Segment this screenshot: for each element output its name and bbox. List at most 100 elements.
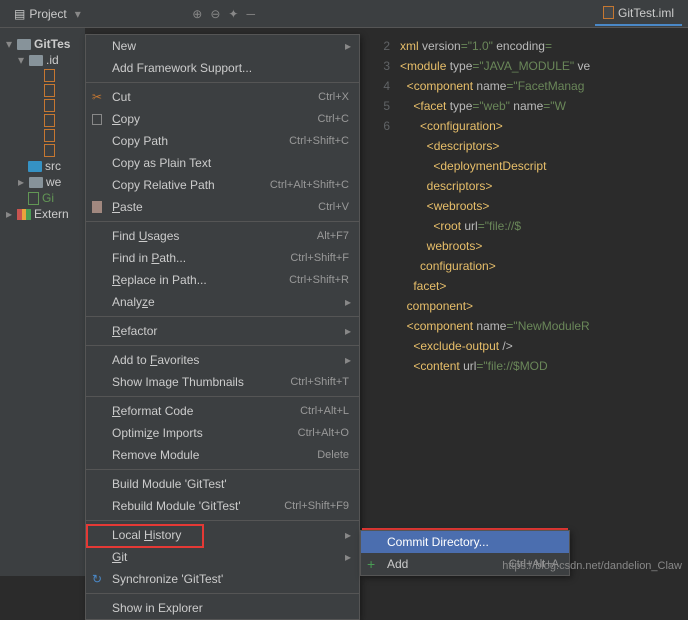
menu-item-optimize-imports[interactable]: Optimize ImportsCtrl+Alt+O (86, 422, 359, 444)
submenu-arrow-icon: ▸ (345, 324, 351, 338)
module-icon (17, 39, 31, 50)
menu-item-reformat-code[interactable]: Reformat Code Ctrl+Alt+L (86, 400, 359, 422)
watermark: https://blog.csdn.net/dandelion_Claw (502, 560, 682, 572)
file-icon (44, 84, 55, 97)
menu-item-show-in-explorer[interactable]: Show in Explorer (86, 597, 359, 619)
file-icon (603, 6, 614, 19)
menu-item-refactor[interactable]: Refactor ▸ (86, 320, 359, 342)
gear-icon[interactable]: ✦ (228, 7, 238, 21)
tree-item[interactable]: .id (46, 53, 59, 67)
shortcut: Ctrl+V (318, 201, 349, 213)
tree-item[interactable]: we (46, 175, 61, 189)
shortcut: Ctrl+Shift+F9 (284, 500, 349, 512)
tree-root[interactable]: GitTes (34, 37, 70, 51)
menu-item-add-framework-support-[interactable]: Add Framework Support... (86, 57, 359, 79)
chevron-down-icon[interactable]: ▾ (75, 7, 81, 21)
menu-item-copy[interactable]: Copy Ctrl+C (86, 108, 359, 130)
menu-item-copy-path[interactable]: Copy Path Ctrl+Shift+C (86, 130, 359, 152)
target-icon[interactable]: ⊖ (210, 7, 220, 21)
menu-item-synchronize-gittest-[interactable]: ↻Synchronize 'GitTest' (86, 568, 359, 590)
shortcut: Ctrl+Shift+C (289, 135, 349, 147)
menu-label: Copy Relative Path (112, 178, 215, 192)
menu-label: Find in Path... (112, 251, 186, 265)
menu-label: Git (112, 550, 127, 564)
menu-item-add-to-favorites[interactable]: Add to Favorites ▸ (86, 349, 359, 371)
context-menu: New▸Add Framework Support...✂CutCtrl+XCo… (85, 34, 360, 620)
menu-item-find-usages[interactable]: Find Usages Alt+F7 (86, 225, 359, 247)
menu-item-new[interactable]: New▸ (86, 35, 359, 57)
menu-label: Show Image Thumbnails (112, 375, 244, 389)
menu-label: Copy Path (112, 134, 168, 148)
menu-label: Commit Directory... (387, 535, 489, 549)
menu-item-build-module-gittest-[interactable]: Build Module 'GitTest' (86, 473, 359, 495)
menu-item-analyze[interactable]: Analyze▸ (86, 291, 359, 313)
menu-label: Reformat Code (112, 404, 193, 418)
shortcut: Ctrl+Alt+L (300, 405, 349, 417)
menu-item-git[interactable]: Git ▸ (86, 546, 359, 568)
shortcut: Ctrl+Alt+O (298, 427, 349, 439)
menu-label: Copy as Plain Text (112, 156, 211, 170)
menu-item-cut[interactable]: ✂ Cut Ctrl+X (86, 86, 359, 108)
menu-item-copy-as-plain-text[interactable]: Copy as Plain Text (86, 152, 359, 174)
submenu-arrow-icon: ▸ (345, 295, 351, 309)
sync-icon: ↻ (92, 572, 106, 586)
menu-label: Local History (112, 528, 181, 542)
file-icon (44, 129, 55, 142)
project-tree[interactable]: ▾ GitTes ▾ .id src ▸ we Gi ▸ Extern (0, 28, 85, 576)
file-icon (44, 69, 55, 82)
plus-icon: + (367, 557, 381, 571)
shortcut: Ctrl+C (318, 113, 349, 125)
collapse-icon[interactable]: ⊕ (192, 7, 202, 21)
tree-item[interactable]: Gi (42, 191, 54, 205)
menu-label: Add to Favorites (112, 353, 199, 367)
menu-item-rebuild-module-gittest-[interactable]: Rebuild Module 'GitTest' Ctrl+Shift+F9 (86, 495, 359, 517)
file-icon (44, 99, 55, 112)
menu-label: Build Module 'GitTest' (112, 477, 227, 491)
menu-item-find-in-path-[interactable]: Find in Path...Ctrl+Shift+F (86, 247, 359, 269)
hide-icon[interactable]: ─ (246, 7, 255, 21)
menu-label: Cut (112, 90, 131, 104)
menu-label: Remove Module (112, 448, 199, 462)
cut-icon: ✂ (92, 90, 106, 104)
menu-label: Add Framework Support... (112, 61, 252, 75)
shortcut: Ctrl+X (318, 91, 349, 103)
file-icon (28, 192, 39, 205)
menu-label: Copy (112, 112, 140, 126)
submenu-arrow-icon: ▸ (345, 528, 351, 542)
menu-label: Find Usages (112, 229, 179, 243)
folder-icon (29, 55, 43, 66)
tree-item[interactable]: src (45, 159, 61, 173)
editor-tab-label: GitTest.iml (618, 6, 674, 20)
menu-item-replace-in-path-[interactable]: Replace in Path...Ctrl+Shift+R (86, 269, 359, 291)
code-editor[interactable]: xml version="1.0" encoding=<module type=… (392, 28, 688, 576)
expand-icon[interactable]: ▾ (16, 53, 26, 67)
menu-label: Paste (112, 200, 143, 214)
commit-directory-item[interactable]: Commit Directory... (361, 531, 569, 553)
tree-item[interactable]: Extern (34, 207, 69, 221)
menu-label: New (112, 39, 136, 53)
shortcut: Alt+F7 (317, 230, 349, 242)
editor-tab[interactable]: GitTest.iml (595, 2, 682, 26)
menu-item-remove-module[interactable]: Remove Module Delete (86, 444, 359, 466)
menu-label: Refactor (112, 324, 157, 338)
project-icon: ▤ (14, 7, 25, 21)
menu-item-local-history[interactable]: Local History ▸ (86, 524, 359, 546)
menu-item-show-image-thumbnails[interactable]: Show Image Thumbnails Ctrl+Shift+T (86, 371, 359, 393)
folder-icon (28, 161, 42, 172)
menu-label: Show in Explorer (112, 601, 203, 615)
shortcut: Delete (317, 449, 349, 461)
expand-icon[interactable]: ▸ (16, 175, 26, 189)
project-tab[interactable]: ▤ Project ▾ (6, 3, 89, 25)
shortcut: Ctrl+Shift+R (289, 274, 349, 286)
menu-label: Rebuild Module 'GitTest' (112, 499, 241, 513)
submenu-arrow-icon: ▸ (345, 353, 351, 367)
copy-icon (92, 114, 102, 125)
expand-icon[interactable]: ▾ (4, 37, 14, 51)
menu-item-paste[interactable]: Paste Ctrl+V (86, 196, 359, 218)
shortcut: Ctrl+Alt+Shift+C (270, 179, 349, 191)
menu-item-copy-relative-path[interactable]: Copy Relative Path Ctrl+Alt+Shift+C (86, 174, 359, 196)
expand-icon[interactable]: ▸ (4, 207, 14, 221)
shortcut: Ctrl+Shift+T (290, 376, 349, 388)
submenu-arrow-icon: ▸ (345, 550, 351, 564)
paste-icon (92, 201, 102, 213)
